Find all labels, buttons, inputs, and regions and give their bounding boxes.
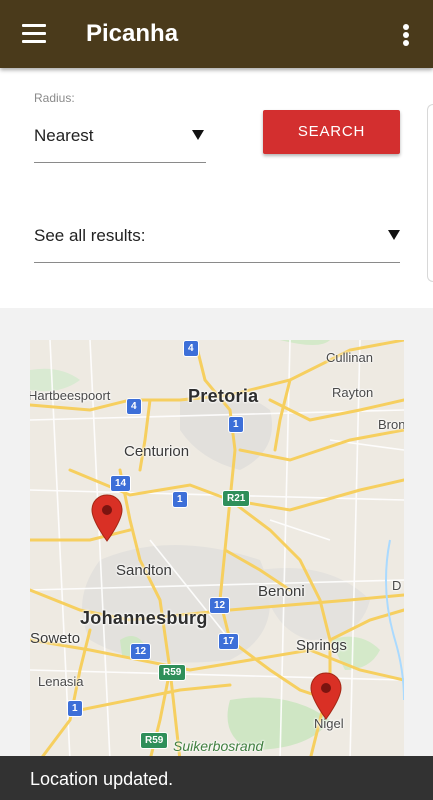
map-label-suikerbosrand: Suikerbosrand	[173, 738, 264, 754]
app-bar: Picanha	[0, 0, 433, 68]
radius-label: Radius:	[34, 91, 75, 105]
map-label-springs: Springs	[296, 637, 347, 654]
map-label-johannesburg: Johannesburg	[80, 608, 208, 628]
location-pin-icon[interactable]	[91, 494, 123, 542]
route-shield-r59: R59	[158, 664, 187, 681]
dropdown-arrow-icon	[388, 230, 400, 240]
map-label-cullinan: Cullinan	[326, 350, 373, 365]
map-label-hartbeespoort: Hartbeespoort	[30, 388, 111, 403]
route-shield-r59: R59	[140, 732, 169, 749]
map-label-rayton: Rayton	[332, 385, 374, 400]
route-shield-n17: 17	[218, 633, 240, 650]
map-view[interactable]: Cullinan Hartbeespoort Pretoria Rayton B…	[30, 340, 404, 760]
route-shield-r21: R21	[222, 490, 251, 507]
app-title: Picanha	[86, 20, 179, 47]
route-shield-n1: 1	[172, 491, 188, 508]
route-shield-n12: 12	[130, 643, 152, 660]
route-shield-n12: 12	[209, 597, 231, 614]
side-panel-edge	[427, 104, 433, 282]
snackbar: Location updated.	[0, 756, 433, 800]
map-label-soweto: Soweto	[30, 630, 81, 647]
route-shield-n1: 1	[228, 416, 244, 433]
map-label-centurion: Centurion	[124, 443, 190, 460]
dropdown-arrow-icon	[192, 130, 204, 140]
route-shield-n4: 4	[126, 398, 142, 415]
map-label-bronkhorstspruit: Bron	[378, 417, 404, 432]
hamburger-menu-icon[interactable]	[22, 24, 46, 44]
map-label-pretoria: Pretoria	[188, 386, 259, 406]
map-label-benoni: Benoni	[258, 583, 305, 600]
map-label-sandton: Sandton	[116, 562, 172, 579]
location-pin-icon[interactable]	[310, 672, 342, 720]
route-shield-n14: 14	[110, 475, 132, 492]
radius-selected-value: Nearest	[34, 126, 94, 145]
results-dropdown[interactable]: See all results:	[34, 214, 400, 263]
snackbar-message: Location updated.	[30, 769, 174, 789]
route-shield-n1: 1	[67, 700, 83, 717]
route-shield-n4: 4	[183, 340, 199, 357]
radius-dropdown[interactable]: Nearest	[34, 114, 206, 163]
overflow-menu-icon[interactable]	[398, 22, 414, 48]
results-label: See all results:	[34, 226, 146, 245]
map-label-lenasia: Lenasia	[38, 674, 84, 689]
search-button[interactable]: SEARCH	[263, 110, 400, 154]
map-label-delmas: D	[392, 578, 402, 593]
